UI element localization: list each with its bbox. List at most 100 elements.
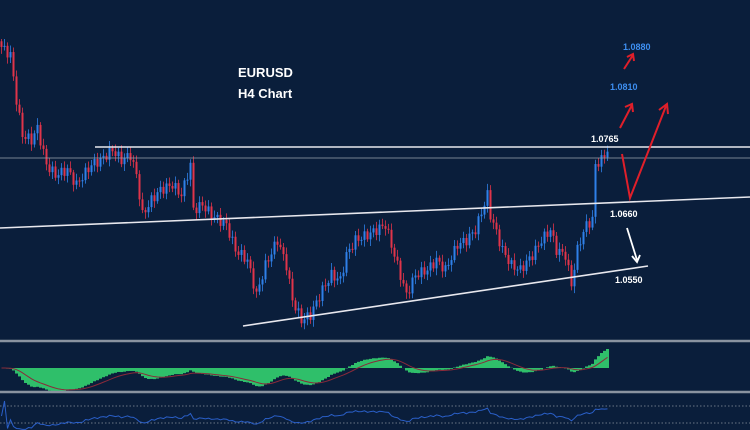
candle bbox=[141, 199, 144, 211]
candle bbox=[33, 133, 36, 145]
candle bbox=[111, 147, 114, 152]
candle bbox=[54, 166, 57, 178]
candle bbox=[345, 252, 348, 273]
candle bbox=[513, 260, 516, 270]
candle bbox=[57, 175, 60, 178]
candle bbox=[411, 277, 414, 294]
candle bbox=[81, 180, 84, 182]
candle bbox=[480, 214, 483, 217]
candle bbox=[147, 207, 150, 213]
candle bbox=[324, 285, 327, 287]
candle bbox=[510, 260, 513, 265]
candle bbox=[342, 272, 345, 277]
candle bbox=[369, 232, 372, 240]
candle bbox=[354, 235, 357, 250]
candle bbox=[9, 52, 12, 58]
candle bbox=[603, 155, 606, 158]
candle bbox=[321, 285, 324, 302]
candle bbox=[348, 248, 351, 253]
candle bbox=[519, 265, 522, 270]
candle bbox=[312, 306, 315, 320]
candle bbox=[264, 260, 267, 280]
candle bbox=[408, 292, 411, 294]
candle bbox=[432, 262, 435, 269]
candle bbox=[540, 243, 543, 246]
candle bbox=[465, 237, 468, 246]
bearish-arrow bbox=[626, 227, 641, 264]
candle bbox=[561, 248, 564, 252]
candle bbox=[6, 45, 9, 58]
candle bbox=[600, 155, 603, 167]
candle bbox=[21, 112, 24, 137]
candle bbox=[546, 231, 549, 237]
candle bbox=[456, 245, 459, 249]
candle bbox=[498, 229, 501, 247]
candle bbox=[294, 300, 297, 311]
candle bbox=[18, 104, 21, 113]
candle bbox=[288, 270, 291, 279]
macd-pane bbox=[1, 348, 609, 392]
candle bbox=[396, 256, 399, 261]
candle bbox=[297, 308, 300, 311]
candle bbox=[360, 239, 363, 241]
candle bbox=[399, 260, 402, 280]
candle bbox=[588, 221, 591, 228]
candle bbox=[117, 151, 120, 157]
candle bbox=[435, 257, 438, 269]
candle bbox=[336, 278, 339, 281]
candle bbox=[243, 249, 246, 262]
candle bbox=[252, 268, 255, 289]
candle bbox=[225, 220, 228, 224]
chart-title: EURUSD bbox=[238, 65, 293, 80]
candle bbox=[273, 241, 276, 255]
candle bbox=[393, 247, 396, 257]
candle bbox=[285, 254, 288, 271]
candle bbox=[15, 76, 18, 105]
candle bbox=[459, 242, 462, 249]
candle bbox=[93, 158, 96, 166]
candle bbox=[471, 232, 474, 234]
candle bbox=[84, 167, 87, 181]
candle bbox=[171, 185, 174, 189]
candle bbox=[159, 186, 162, 193]
candle bbox=[567, 259, 570, 266]
candle bbox=[315, 300, 318, 307]
candle bbox=[174, 183, 177, 189]
rsi-pane bbox=[1, 400, 608, 430]
candle bbox=[504, 246, 507, 255]
candle bbox=[87, 167, 90, 173]
candle bbox=[75, 180, 78, 185]
candle bbox=[150, 195, 153, 208]
candle bbox=[168, 183, 171, 186]
candle bbox=[255, 288, 258, 292]
candle bbox=[237, 251, 240, 255]
candle bbox=[63, 167, 66, 176]
candle bbox=[279, 244, 282, 248]
candle bbox=[156, 192, 159, 202]
candle bbox=[534, 245, 537, 260]
candle bbox=[549, 230, 552, 237]
level-label-1-0880: 1.0880 bbox=[623, 42, 651, 52]
candle bbox=[189, 162, 192, 180]
candle bbox=[30, 133, 33, 145]
candle bbox=[210, 206, 213, 219]
candle bbox=[384, 226, 387, 229]
candle bbox=[216, 214, 219, 218]
candle bbox=[372, 228, 375, 233]
candle bbox=[132, 160, 135, 162]
candle bbox=[36, 124, 39, 134]
candle bbox=[405, 283, 408, 293]
candle bbox=[42, 145, 45, 149]
candle bbox=[558, 248, 561, 255]
candle bbox=[45, 148, 48, 165]
candle bbox=[99, 157, 102, 167]
candle bbox=[24, 136, 27, 139]
candle bbox=[462, 237, 465, 243]
candle bbox=[591, 216, 594, 228]
candle bbox=[114, 151, 117, 157]
candle bbox=[489, 190, 492, 220]
candle bbox=[222, 220, 225, 226]
candle bbox=[390, 229, 393, 248]
candle bbox=[423, 267, 426, 275]
candle bbox=[102, 155, 105, 158]
